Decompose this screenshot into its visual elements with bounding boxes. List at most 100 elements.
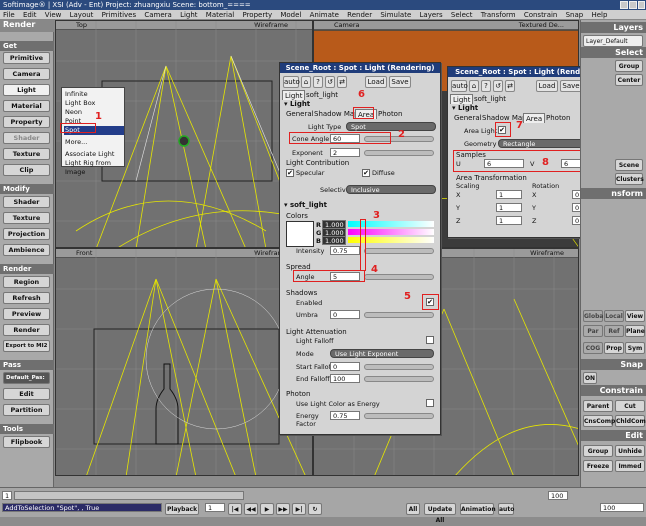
clusters-button[interactable]: Clusters xyxy=(615,173,644,185)
immed-button[interactable]: Immed xyxy=(615,460,645,472)
falloff-mode-dropdown[interactable]: Use Light Exponent xyxy=(330,349,434,358)
exponent-field[interactable]: 2 xyxy=(330,148,360,157)
menu-model[interactable]: Model xyxy=(280,11,301,19)
playback-button[interactable]: Playback xyxy=(165,503,199,515)
umbra-slider[interactable] xyxy=(364,312,434,318)
menu-animate[interactable]: Animate xyxy=(310,11,339,19)
menu-constrain[interactable]: Constrain xyxy=(524,11,558,19)
last-frame-icon[interactable]: ▶| xyxy=(292,503,306,515)
flipbook-button[interactable]: Flipbook xyxy=(3,436,50,448)
layer-dropdown[interactable]: Layer_Default xyxy=(583,35,643,47)
primitive-button[interactable]: Primitive xyxy=(3,52,50,64)
diffuse-checkbox[interactable]: ✔ xyxy=(362,169,370,177)
cnscomp-button[interactable]: CnsComp xyxy=(583,415,615,427)
end-falloff-slider[interactable] xyxy=(364,376,434,382)
tab-light[interactable]: Light xyxy=(450,94,474,104)
timeline-slider[interactable] xyxy=(14,491,244,500)
menu-render[interactable]: Render xyxy=(347,11,372,19)
link-icon[interactable]: ⇄ xyxy=(505,80,515,92)
light-type-dropdown[interactable]: Spot xyxy=(346,122,436,131)
menu-file[interactable]: File xyxy=(3,11,15,19)
preview-button[interactable]: Preview xyxy=(3,308,50,320)
menu-item-light-box[interactable]: Light Box xyxy=(64,99,124,108)
menu-edit[interactable]: Edit xyxy=(23,11,37,19)
tab-area[interactable]: Area xyxy=(523,113,546,123)
scene-button[interactable]: Scene xyxy=(615,159,643,171)
menu-item-infinite[interactable]: Infinite xyxy=(64,90,124,99)
ambience-button[interactable]: Ambience xyxy=(3,244,50,256)
first-frame-icon[interactable]: |◀ xyxy=(228,503,242,515)
menu-layout[interactable]: Layout xyxy=(70,11,94,19)
color-swatch[interactable] xyxy=(286,221,314,247)
tab-soft-light[interactable]: soft_light xyxy=(304,90,340,100)
menu-transform[interactable]: Transform xyxy=(481,11,516,19)
light-falloff-checkbox[interactable] xyxy=(426,336,434,344)
command-line[interactable]: AddToSelection "Spot", , True xyxy=(2,503,162,512)
auto-toggle[interactable]: auto xyxy=(451,80,468,92)
sym-button[interactable]: Sym xyxy=(625,342,645,354)
frame-count-field[interactable]: 100 xyxy=(600,503,644,512)
pass-selector[interactable]: Default_Pas: xyxy=(3,372,50,384)
close-button[interactable] xyxy=(638,1,645,9)
help-icon[interactable]: ? xyxy=(313,76,323,88)
help-icon[interactable]: ? xyxy=(481,80,491,92)
menu-view[interactable]: View xyxy=(45,11,62,19)
current-frame-field[interactable]: 1 xyxy=(205,503,225,512)
menu-item-more[interactable]: More... xyxy=(64,138,124,147)
umbra-field[interactable]: 0 xyxy=(330,310,360,319)
property-button[interactable]: Property xyxy=(3,116,50,128)
projection-button[interactable]: Projection xyxy=(3,228,50,240)
load-button[interactable]: Load xyxy=(365,76,387,88)
minimize-button[interactable] xyxy=(620,1,628,9)
refresh-button[interactable]: Refresh xyxy=(3,292,50,304)
view-button[interactable]: View xyxy=(625,310,645,322)
use-light-color-checkbox[interactable] xyxy=(426,399,434,407)
tab-photon[interactable]: Photon xyxy=(376,109,404,119)
play-icon[interactable]: ▶ xyxy=(260,503,274,515)
pass-edit-button[interactable]: Edit xyxy=(3,388,50,400)
menu-item-neon[interactable]: Neon xyxy=(64,108,124,117)
intensity-slider[interactable] xyxy=(364,248,434,254)
viewport-front[interactable]: Front Wireframe xyxy=(55,248,313,476)
material-button[interactable]: Material xyxy=(3,100,50,112)
all-button[interactable]: All xyxy=(406,503,420,515)
region-button[interactable]: Region xyxy=(3,276,50,288)
link-icon[interactable]: ⇄ xyxy=(337,76,347,88)
menu-camera[interactable]: Camera xyxy=(144,11,171,19)
blue-field[interactable]: 1.000 xyxy=(322,236,346,245)
par-button[interactable]: Par xyxy=(583,325,603,337)
clip-button[interactable]: Clip xyxy=(3,164,50,176)
load-button[interactable]: Load xyxy=(536,80,558,92)
texture-modify-button[interactable]: Texture xyxy=(3,212,50,224)
animation-button[interactable]: Animation xyxy=(460,503,496,515)
tab-general[interactable]: General xyxy=(452,113,484,123)
auto-toggle[interactable]: auto xyxy=(283,76,300,88)
menu-light[interactable]: Light xyxy=(180,11,197,19)
menu-snap[interactable]: Snap xyxy=(566,11,584,19)
tab-general[interactable]: General xyxy=(284,109,316,119)
toolbar-header[interactable]: Render xyxy=(0,20,54,32)
unhide-button[interactable]: Unhide xyxy=(615,445,645,457)
group-edit-button[interactable]: Group xyxy=(583,445,613,457)
tab-photon[interactable]: Photon xyxy=(544,113,572,123)
loop-icon[interactable]: ↻ xyxy=(308,503,322,515)
freeze-button[interactable]: Freeze xyxy=(583,460,613,472)
local-button[interactable]: Local xyxy=(604,310,624,322)
center-button[interactable]: Center xyxy=(615,74,643,86)
partition-button[interactable]: Partition xyxy=(3,404,50,416)
menu-property[interactable]: Property xyxy=(242,11,272,19)
start-falloff-slider[interactable] xyxy=(364,364,434,370)
texture-get-button[interactable]: Texture xyxy=(3,148,50,160)
specular-checkbox[interactable]: ✔ xyxy=(286,169,294,177)
save-button[interactable]: Save xyxy=(560,80,582,92)
tab-soft-light[interactable]: soft_light xyxy=(472,94,508,104)
selective-light-dropdown[interactable]: Inclusive xyxy=(346,185,436,194)
scale-x-field[interactable]: 1 xyxy=(496,190,522,199)
ref-button[interactable]: Ref xyxy=(604,325,624,337)
energy-factor-field[interactable]: 0.75 xyxy=(330,411,360,420)
lock-icon[interactable]: ⌂ xyxy=(301,76,311,88)
start-falloff-field[interactable]: 0 xyxy=(330,362,360,371)
global-button[interactable]: Global xyxy=(583,310,606,322)
scale-z-field[interactable]: 1 xyxy=(496,216,522,225)
end-falloff-field[interactable]: 100 xyxy=(330,374,360,383)
